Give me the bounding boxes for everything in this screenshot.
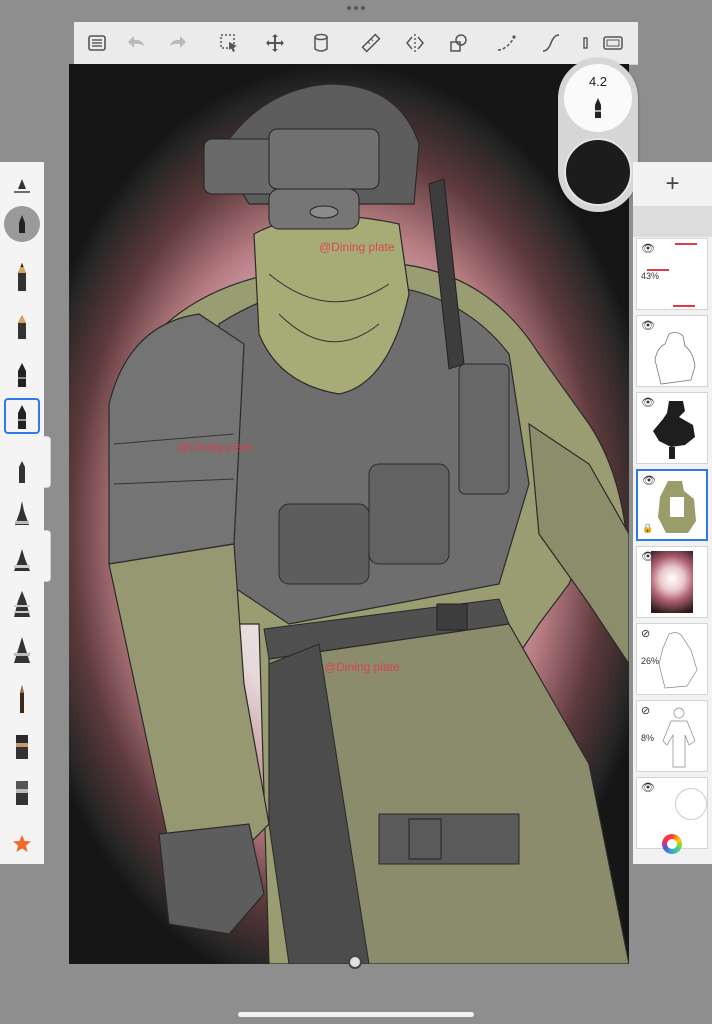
favorites-star-icon[interactable] bbox=[3, 826, 41, 862]
layer-thumbnail[interactable]: 👁 bbox=[636, 392, 708, 464]
marker-icon[interactable] bbox=[3, 306, 41, 342]
flat-brush-icon[interactable] bbox=[3, 728, 41, 764]
visibility-hidden-icon[interactable]: ⊘ bbox=[641, 704, 650, 717]
layers-panel: + 👁 43% 👁 👁 👁 🔒 👁 ⊘ 26% ⊘ 8% 👁 bbox=[633, 162, 712, 864]
brush-library bbox=[0, 162, 44, 864]
menu-icon[interactable] bbox=[84, 30, 110, 56]
selection-icon[interactable] bbox=[216, 30, 242, 56]
home-indicator[interactable] bbox=[238, 1012, 474, 1017]
layer-thumbnail[interactable]: 👁 bbox=[636, 315, 708, 387]
layer-thumbnail[interactable]: 👁 bbox=[636, 546, 708, 618]
symmetry-icon[interactable] bbox=[402, 30, 428, 56]
brush-size-preview[interactable] bbox=[3, 206, 41, 242]
panel-pull-tab[interactable] bbox=[44, 530, 51, 582]
partial-tool-icon[interactable] bbox=[576, 30, 590, 56]
eraser-brush-icon[interactable] bbox=[3, 774, 41, 810]
brush-size-control[interactable]: 4.2 bbox=[564, 64, 632, 132]
layers-spacer bbox=[633, 207, 712, 237]
top-toolbar bbox=[74, 22, 638, 65]
visibility-eye-icon[interactable]: 👁 bbox=[641, 781, 655, 794]
curve-icon[interactable] bbox=[538, 30, 564, 56]
airbrush-icon[interactable] bbox=[3, 496, 41, 532]
panel-pull-tab[interactable] bbox=[44, 436, 51, 488]
layer-opacity: 8% bbox=[641, 733, 655, 743]
watermark-text: @Dining plate bbox=[177, 440, 253, 454]
fill-bucket-icon[interactable] bbox=[308, 30, 334, 56]
watermark-text: @Dining plate bbox=[324, 660, 400, 674]
current-color-swatch[interactable] bbox=[564, 138, 632, 206]
canvas-lock-icon[interactable] bbox=[348, 955, 362, 969]
watermark-text: @Dining plate bbox=[319, 240, 395, 254]
lock-icon: 🔒 bbox=[642, 523, 654, 533]
window-drag-handle[interactable] bbox=[346, 6, 366, 14]
fullscreen-icon[interactable] bbox=[600, 30, 626, 56]
drawing-canvas[interactable]: @Dining plate @Dining plate @Dining plat… bbox=[69, 64, 629, 964]
layer-thumbnail-selected[interactable]: 👁 🔒 bbox=[636, 469, 708, 541]
ballpoint-icon[interactable] bbox=[4, 398, 40, 434]
layer-thumbnail[interactable]: ⊘ 26% bbox=[636, 623, 708, 695]
paintbrush-icon[interactable] bbox=[3, 542, 41, 578]
visibility-hidden-icon[interactable]: ⊘ bbox=[641, 627, 650, 640]
brush-size-value: 4.2 bbox=[588, 74, 608, 89]
chisel-icon[interactable] bbox=[3, 586, 41, 622]
brush-adjust-icon[interactable] bbox=[3, 168, 41, 204]
pencil-icon[interactable] bbox=[3, 258, 41, 294]
perspective-icon[interactable] bbox=[494, 30, 520, 56]
undo-icon[interactable] bbox=[124, 30, 150, 56]
transform-icon[interactable] bbox=[262, 30, 288, 56]
brush-puck[interactable]: 4.2 bbox=[558, 58, 638, 212]
redo-icon[interactable] bbox=[164, 30, 190, 56]
visibility-eye-icon[interactable]: 👁 bbox=[641, 242, 655, 255]
layer-thumbnail[interactable]: ⊘ 8% bbox=[636, 700, 708, 772]
wide-brush-icon[interactable] bbox=[3, 632, 41, 668]
artwork bbox=[108, 83, 629, 964]
shapes-icon[interactable] bbox=[446, 30, 472, 56]
layer-thumbnail[interactable]: 👁 43% bbox=[636, 238, 708, 310]
layer-opacity: 43% bbox=[641, 271, 660, 281]
fineliner-icon[interactable] bbox=[3, 450, 41, 486]
color-wheel-icon[interactable] bbox=[662, 834, 682, 854]
smudge-icon[interactable] bbox=[3, 680, 41, 716]
add-layer-button[interactable]: + bbox=[633, 162, 712, 207]
ruler-icon[interactable] bbox=[358, 30, 384, 56]
pen-icon[interactable] bbox=[3, 354, 41, 390]
